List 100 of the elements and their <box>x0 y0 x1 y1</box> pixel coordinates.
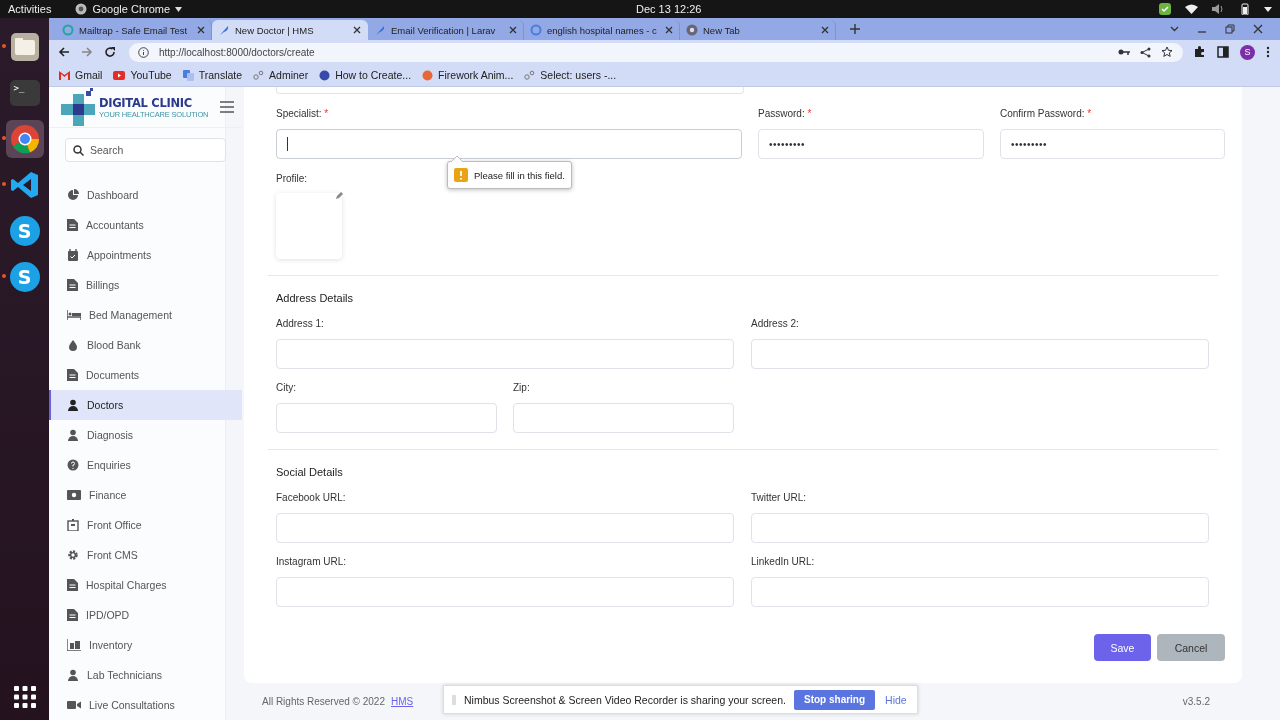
nav-item[interactable]: Front CMS <box>49 540 242 570</box>
bookmark[interactable]: Firework Anim... <box>422 69 514 81</box>
nav-item[interactable]: Hospital Charges <box>49 570 242 600</box>
hide-button[interactable]: Hide <box>883 693 909 706</box>
bookmark[interactable]: How to Create... <box>319 69 412 81</box>
input-field[interactable] <box>276 403 497 433</box>
close-icon[interactable] <box>197 26 205 34</box>
address-bar[interactable]: http://localhost:8000/doctors/create <box>129 42 1183 62</box>
dots-icon <box>524 69 536 81</box>
menu-icon[interactable] <box>220 101 234 113</box>
footer-link[interactable]: HMS <box>391 696 414 707</box>
search-field[interactable]: Search <box>65 138 226 162</box>
nav-item[interactable]: Front Office <box>49 510 242 540</box>
browser-tab[interactable]: New Doctor | HMS <box>212 20 368 40</box>
section-title: Address Details <box>276 292 354 306</box>
tab-title: New Doctor | HMS <box>235 24 315 36</box>
caret-icon[interactable] <box>1264 6 1272 12</box>
battery-icon[interactable] <box>1238 3 1250 15</box>
share-icon[interactable] <box>1140 46 1151 58</box>
pencil-icon[interactable] <box>335 191 344 200</box>
more-icon[interactable] <box>1266 46 1270 58</box>
reload-icon[interactable] <box>104 46 116 58</box>
field-label: Profile: <box>276 173 308 186</box>
check-badge-icon[interactable] <box>1159 3 1171 15</box>
nav-label: Blood Bank <box>87 339 141 351</box>
close-icon[interactable] <box>1253 24 1263 34</box>
input-field[interactable] <box>276 577 734 607</box>
input-field[interactable]: ••••••••• <box>1000 129 1225 159</box>
nav-item[interactable]: Billings <box>49 270 242 300</box>
circle-icon <box>422 69 434 81</box>
nav-item[interactable]: Appointments <box>49 240 242 270</box>
back-arrow-icon[interactable] <box>58 46 70 58</box>
close-icon[interactable] <box>821 26 829 34</box>
save-button[interactable]: Save <box>1094 634 1151 661</box>
bookmark[interactable]: Gmail <box>59 69 103 81</box>
forward-arrow-icon[interactable] <box>81 46 93 58</box>
bed-icon <box>67 309 81 321</box>
nav-item[interactable]: Inventory <box>49 630 242 660</box>
activities-button[interactable]: Activities <box>8 3 52 15</box>
question-icon <box>67 459 79 471</box>
stop-sharing-button[interactable]: Stop sharing <box>793 689 876 710</box>
nav-label: Appointments <box>87 249 152 261</box>
close-icon[interactable] <box>353 26 361 34</box>
input-field[interactable] <box>513 403 734 433</box>
field-label: City: <box>276 382 296 395</box>
bookmark[interactable]: Select: users -... <box>524 69 617 81</box>
nav-item[interactable]: Live Consultations <box>49 690 242 720</box>
bookmark[interactable]: Translate <box>182 69 243 81</box>
wifi-icon[interactable] <box>1185 4 1198 14</box>
side-panel-icon[interactable] <box>1217 46 1229 58</box>
nav-item[interactable]: Blood Bank <box>49 330 242 360</box>
drag-handle-icon[interactable] <box>452 694 456 705</box>
input-field[interactable]: ••••••••• <box>758 129 984 159</box>
app-grid-icon[interactable] <box>13 686 36 708</box>
nav-item[interactable]: Enquiries <box>49 450 242 480</box>
nav-item[interactable]: Bed Management <box>49 300 242 330</box>
nav-label: Diagnosis <box>87 429 134 441</box>
dock-app[interactable]: >_ <box>5 74 44 112</box>
input-field[interactable] <box>276 513 734 543</box>
nav-item[interactable]: Documents <box>49 360 242 390</box>
bookmark[interactable]: YouTube <box>113 69 172 81</box>
nav-item[interactable]: IPD/OPD <box>49 600 242 630</box>
input-field[interactable] <box>276 129 742 159</box>
circle-icon <box>319 69 331 81</box>
speaker-icon[interactable] <box>1212 4 1224 14</box>
tab-title: Mailtrap - Safe Email Test <box>79 24 189 36</box>
nav-label: Enquiries <box>87 459 131 471</box>
nav-item[interactable]: Accountants <box>49 210 242 240</box>
warning-icon <box>454 168 468 182</box>
close-icon[interactable] <box>665 26 673 34</box>
input-field[interactable] <box>751 513 1209 543</box>
profile-avatar[interactable]: S <box>1240 44 1255 60</box>
nav-item[interactable]: Diagnosis <box>49 420 242 450</box>
input-field[interactable] <box>751 339 1209 369</box>
circle-logo-icon <box>75 3 88 15</box>
bookmark[interactable]: Adminer <box>253 69 309 81</box>
close-icon[interactable] <box>509 26 517 34</box>
nav-item[interactable]: Finance <box>49 480 242 510</box>
dock-app[interactable] <box>5 120 44 158</box>
pie-chart-icon <box>67 189 79 201</box>
chevron-down-icon[interactable] <box>1170 26 1179 32</box>
nav-label: Front Office <box>87 519 142 531</box>
star-icon[interactable] <box>1161 46 1173 58</box>
field-label: Facebook URL: <box>276 492 346 505</box>
app-menu[interactable]: Google Chrome <box>75 3 183 15</box>
cancel-button[interactable]: Cancel <box>1157 634 1225 661</box>
nav-label: Inventory <box>89 639 133 651</box>
key-icon[interactable] <box>1118 48 1130 56</box>
clock[interactable]: Dec 13 12:26 <box>636 3 702 15</box>
nav-item[interactable]: Doctors <box>49 390 242 420</box>
restore-icon[interactable] <box>1225 24 1235 34</box>
input-field[interactable] <box>276 339 734 369</box>
input-field[interactable] <box>276 87 744 94</box>
puzzle-icon[interactable] <box>1194 46 1206 58</box>
nav-item[interactable]: Dashboard <box>49 180 242 210</box>
ribbon-logo-icon <box>9 170 40 200</box>
nav-item[interactable]: Lab Technicians <box>49 660 242 690</box>
input-field[interactable] <box>751 577 1209 607</box>
new-tab-icon[interactable] <box>850 24 860 34</box>
info-icon[interactable] <box>138 46 149 58</box>
